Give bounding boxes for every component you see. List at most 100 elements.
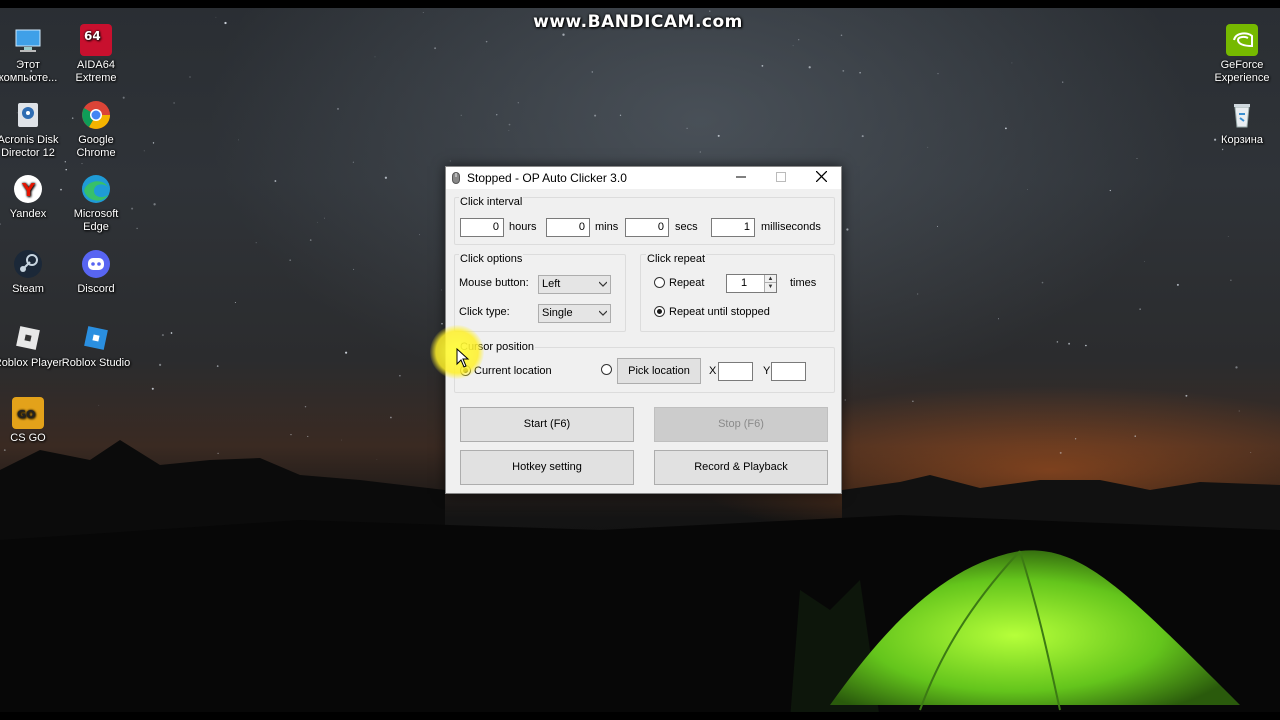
svg-text:64: 64 <box>84 29 101 43</box>
minimize-icon <box>736 176 746 178</box>
chevron-down-icon <box>599 310 607 316</box>
window-title: Stopped - OP Auto Clicker 3.0 <box>467 171 627 185</box>
milliseconds-label: milliseconds <box>761 221 821 233</box>
stop-button[interactable]: Stop (F6) <box>654 407 828 442</box>
acronis-icon <box>12 99 44 131</box>
minimize-button[interactable] <box>721 167 761 189</box>
desktop-icon-label: CS GO <box>10 432 46 444</box>
milliseconds-input[interactable]: 1 <box>711 218 755 237</box>
y-label: Y <box>763 365 771 377</box>
aida64-icon: 64 <box>80 24 112 56</box>
roblox-studio-icon <box>80 322 112 354</box>
desktop-icon-label: Roblox Player <box>0 357 63 369</box>
close-icon <box>815 170 827 183</box>
yandex-icon: Y <box>12 173 44 205</box>
chrome-icon <box>80 99 112 131</box>
hotkey-setting-button[interactable]: Hotkey setting <box>460 450 634 485</box>
desktop-icon-label: Acronis Disk Director 12 <box>0 134 59 159</box>
letterbox-bottom <box>0 712 1280 720</box>
mouse-button-select[interactable]: Left <box>538 275 611 294</box>
steam-icon <box>12 248 44 280</box>
record-playback-button-label: Record & Playback <box>694 461 788 473</box>
start-button[interactable]: Start (F6) <box>460 407 634 442</box>
desktop-icon-roblox-player[interactable]: Roblox Player <box>0 322 64 370</box>
repeat-count-spinner[interactable]: 1 ▲ ▼ <box>726 274 777 293</box>
desktop-icon-geforce[interactable]: GeForce Experience <box>1206 24 1278 85</box>
desktop-icon-label: Google Chrome <box>76 134 116 159</box>
desktop-icon-csgo[interactable]: GO CS GO <box>0 397 64 445</box>
desktop-icon-label: Yandex <box>9 208 47 220</box>
mins-label: mins <box>595 221 619 233</box>
start-button-label: Start (F6) <box>523 418 571 430</box>
this-pc-icon <box>12 24 44 56</box>
record-playback-button[interactable]: Record & Playback <box>654 450 828 485</box>
click-type-select[interactable]: Single <box>538 304 611 323</box>
glowing-tent <box>820 550 1250 720</box>
svg-text:Y: Y <box>21 180 36 201</box>
desktop-icon-recycle-bin[interactable]: Корзина <box>1206 99 1278 147</box>
desktop-icon-chrome[interactable]: Google Chrome <box>60 99 132 160</box>
mouse-app-icon <box>452 172 460 184</box>
current-location-label: Current location <box>474 365 552 377</box>
desktop-icon-label: Этот компьюте... <box>0 59 58 84</box>
mouse-button-value: Left <box>542 278 561 290</box>
desktop-icon-label: Microsoft Edge <box>73 208 119 233</box>
click-type-value: Single <box>542 307 573 319</box>
secs-input[interactable]: 0 <box>625 218 669 237</box>
desktop-icon-label: AIDA64 Extreme <box>75 59 117 84</box>
desktop-icon-aida64[interactable]: 64 AIDA64 Extreme <box>60 24 132 85</box>
recycle-bin-icon <box>1226 99 1258 131</box>
click-repeat-label: Click repeat <box>646 253 707 265</box>
pick-location-button[interactable]: Pick location <box>617 358 701 384</box>
x-label: X <box>709 365 717 377</box>
discord-icon <box>80 248 112 280</box>
desktop-icon-this-pc[interactable]: Этот компьюте... <box>0 24 64 85</box>
hotkey-setting-button-label: Hotkey setting <box>512 461 582 473</box>
svg-text:GO: GO <box>17 408 35 421</box>
recording-watermark: www.BANDICAM.com <box>533 12 743 32</box>
geforce-icon <box>1226 24 1258 56</box>
close-button[interactable] <box>801 167 841 189</box>
x-coordinate-input[interactable] <box>718 362 753 381</box>
edge-icon <box>80 173 112 205</box>
desktop-icon-edge[interactable]: Microsoft Edge <box>60 173 132 234</box>
spinner-buttons: ▲ ▼ <box>764 275 776 292</box>
spinner-up-arrow-icon[interactable]: ▲ <box>765 275 776 283</box>
desktop-icon-label: Discord <box>77 283 115 295</box>
desktop-icon-roblox-studio[interactable]: Roblox Studio <box>60 322 132 370</box>
repeat-until-stopped-radio[interactable] <box>654 306 665 317</box>
desktop-icon-discord[interactable]: Discord <box>60 248 132 296</box>
maximize-icon <box>776 172 786 182</box>
hours-input[interactable]: 0 <box>460 218 504 237</box>
desktop-icon-label: GeForce Experience <box>1214 59 1270 84</box>
click-options-label: Click options <box>459 253 524 265</box>
secs-label: secs <box>675 221 698 233</box>
pick-location-radio[interactable] <box>601 364 612 375</box>
maximize-button[interactable] <box>761 167 801 189</box>
chevron-down-icon <box>599 281 607 287</box>
repeat-radio[interactable] <box>654 277 665 288</box>
repeat-until-stopped-label: Repeat until stopped <box>669 306 770 318</box>
auto-clicker-window: Stopped - OP Auto Clicker 3.0 Click inte… <box>445 166 842 494</box>
csgo-icon: GO <box>12 397 44 429</box>
hours-label: hours <box>509 221 537 233</box>
letterbox-top <box>0 0 1280 8</box>
desktop-icon-label: Steam <box>12 283 44 295</box>
click-repeat-group <box>640 254 835 332</box>
desktop-icon-acronis[interactable]: Acronis Disk Director 12 <box>0 99 64 160</box>
times-label: times <box>790 277 817 289</box>
click-interval-label: Click interval <box>459 196 524 208</box>
mins-input[interactable]: 0 <box>546 218 590 237</box>
desktop-icon-label: Корзина <box>1221 134 1263 146</box>
desktop-icon-steam[interactable]: Steam <box>0 248 64 296</box>
y-coordinate-input[interactable] <box>771 362 806 381</box>
title-bar[interactable]: Stopped - OP Auto Clicker 3.0 <box>446 167 841 189</box>
mouse-button-label: Mouse button: <box>459 277 529 289</box>
mouse-pointer-icon <box>456 348 470 368</box>
desktop-icon-yandex[interactable]: Y Yandex <box>0 173 64 221</box>
repeat-count-value: 1 <box>741 277 748 289</box>
desktop-icon-label: Roblox Studio <box>61 357 131 369</box>
repeat-label: Repeat <box>669 277 705 289</box>
spinner-down-arrow-icon[interactable]: ▼ <box>765 283 776 291</box>
roblox-player-icon <box>12 322 44 354</box>
